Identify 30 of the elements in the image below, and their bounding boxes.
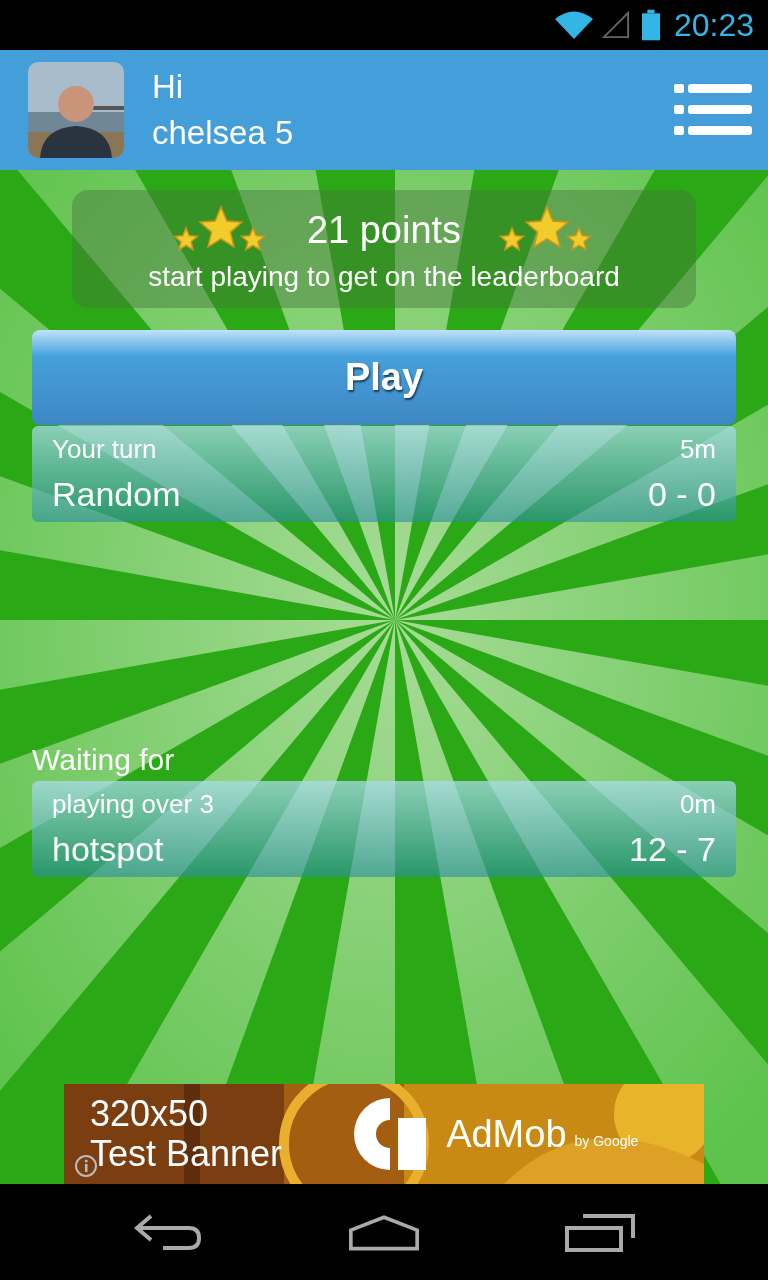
section-heading: Waiting for: [32, 742, 175, 778]
clock-time: 20:23: [673, 6, 754, 44]
game-time: 5m: [679, 434, 716, 465]
points-total: 21 points: [306, 208, 462, 252]
wifi-icon: [553, 10, 594, 40]
menu-icon[interactable]: [674, 84, 752, 136]
greeting: Hi: [152, 67, 185, 107]
battery-icon: [641, 9, 660, 41]
signal-icon: [601, 11, 630, 39]
username: chelsea 5: [152, 113, 295, 153]
game-status: Your turn: [52, 434, 157, 465]
leaderboard-message: start playing to get on the leaderboard: [148, 261, 620, 293]
opponent-name: hotspot: [52, 830, 164, 869]
opponent-name: Random: [52, 475, 181, 514]
ad-banner[interactable]: 320x50 Test Banner AdMob by Google: [64, 1084, 704, 1184]
ad-byline: by Google: [574, 1133, 639, 1149]
back-icon[interactable]: [133, 1212, 203, 1252]
game-status: playing over 3: [52, 789, 214, 820]
play-button[interactable]: Play: [32, 330, 736, 425]
game-card[interactable]: Your turn 5m Random 0 - 0: [32, 426, 736, 522]
ad-size-text: 320x50: [90, 1094, 210, 1134]
game-score: 12 - 7: [629, 830, 716, 869]
home-icon[interactable]: [349, 1212, 419, 1252]
game-score: 0 - 0: [647, 475, 716, 514]
logo-icon: [354, 1098, 427, 1170]
ad-title: Test Banner: [90, 1134, 283, 1174]
game-card[interactable]: playing over 3 0m hotspot 12 - 7: [32, 781, 736, 877]
game-time: 0m: [679, 789, 716, 820]
ad-brand: AdMob: [446, 1112, 567, 1156]
recent-apps-icon[interactable]: [565, 1212, 635, 1252]
